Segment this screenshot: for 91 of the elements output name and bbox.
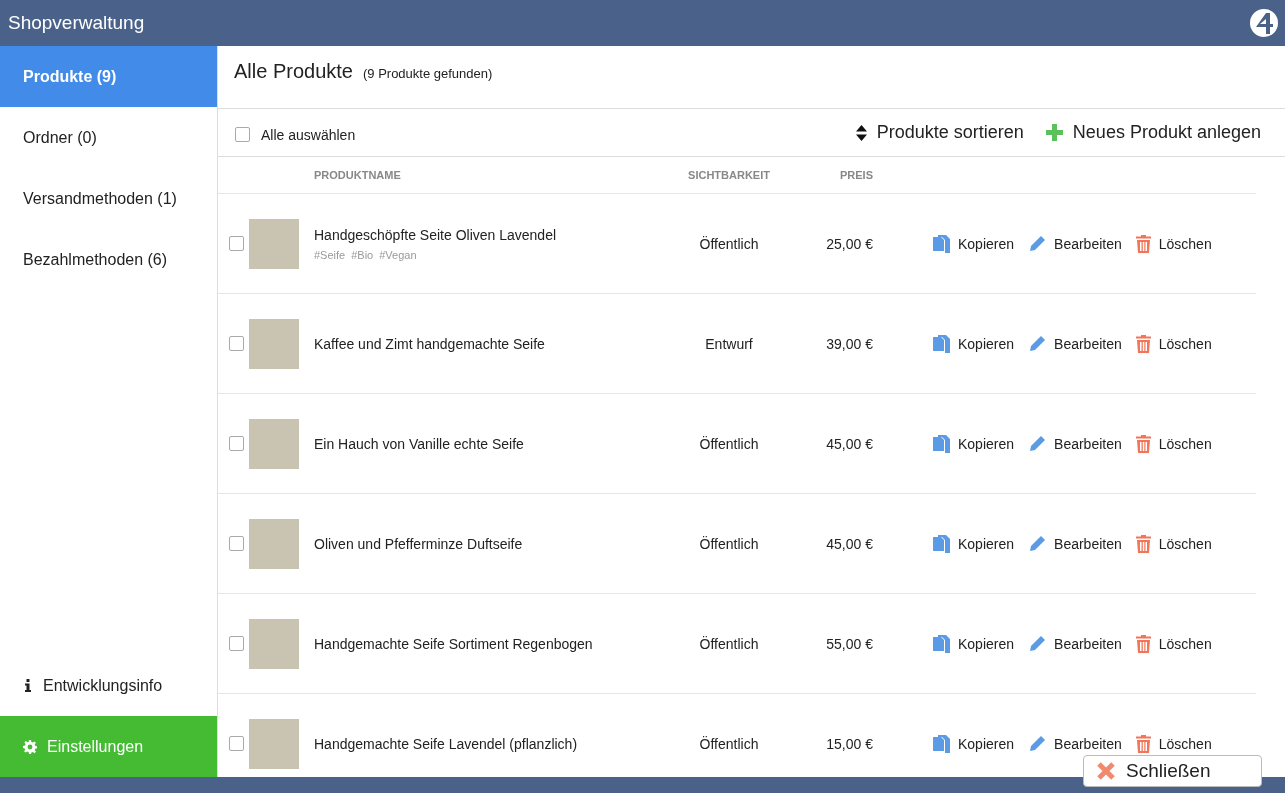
tag-label: #Bio	[351, 248, 374, 261]
page-title: Alle Produkte	[234, 60, 353, 83]
copy-link[interactable]: Kopieren	[933, 334, 1015, 353]
copy-icon	[933, 534, 950, 553]
close-button[interactable]: Schließen	[1083, 755, 1262, 787]
delete-link[interactable]: Löschen	[1135, 434, 1212, 453]
trash-icon	[1135, 734, 1151, 753]
column-header: PRODUKTNAME	[314, 169, 402, 181]
pencil-icon	[1028, 334, 1047, 353]
gear-icon	[23, 739, 37, 754]
pencil-icon	[1028, 434, 1047, 453]
photo-placeholder	[249, 318, 299, 369]
edit-link[interactable]: Bearbeiten	[1028, 534, 1122, 553]
edit-link[interactable]: Bearbeiten	[1028, 434, 1122, 453]
trash-icon	[1135, 334, 1151, 353]
copy-icon	[933, 334, 950, 353]
photo-placeholder	[249, 518, 299, 569]
visibility-cell-text: Öffentlich	[698, 735, 760, 752]
sidebar-item[interactable]: Bezahlmethoden (6)	[0, 229, 217, 290]
row-checkbox[interactable]	[229, 436, 244, 451]
plus-icon	[1045, 124, 1063, 141]
edit-link[interactable]: Bearbeiten	[1028, 334, 1122, 353]
trash-icon	[1135, 634, 1151, 653]
result-count: (9 Produkte gefunden)	[362, 66, 493, 81]
column-header: SICHTBARKEIT	[687, 169, 771, 181]
pencil-icon	[1028, 234, 1047, 253]
pencil-icon	[1028, 634, 1047, 653]
info-label: Entwicklungsinfo	[43, 676, 163, 695]
price-cell-text: 45,00 €	[825, 535, 873, 552]
trash-icon	[1135, 534, 1151, 553]
copy-link[interactable]: Kopieren	[933, 434, 1015, 453]
product-name: Kaffee und Zimt handgemachte Seife	[314, 335, 546, 352]
delete-link[interactable]: Löschen	[1135, 734, 1212, 753]
visibility-cell-text: Öffentlich	[698, 535, 760, 552]
row-checkbox[interactable]	[229, 536, 244, 551]
window-title: Shopverwaltung	[8, 12, 145, 34]
copy-link[interactable]: Kopieren	[933, 534, 1015, 553]
edit-link[interactable]: Bearbeiten	[1028, 734, 1122, 753]
copy-icon	[933, 634, 950, 653]
price-cell-text: 15,00 €	[825, 735, 873, 752]
row-checkbox[interactable]	[229, 336, 244, 351]
edit-link[interactable]: Bearbeiten	[1028, 634, 1122, 653]
copy-link[interactable]: Kopieren	[933, 634, 1015, 653]
column-header: PREIS	[839, 169, 873, 181]
photo-placeholder	[249, 618, 299, 669]
pencil-icon	[1028, 734, 1047, 753]
logo-icon	[1249, 8, 1279, 38]
product-name: Handgemachte Seife Sortiment Regenbogen	[314, 635, 594, 652]
sidebar-item[interactable]: Versandmethoden (1)	[0, 168, 217, 229]
select-all-checkbox[interactable]	[235, 127, 250, 142]
product-name: Ein Hauch von Vanille echte Seife	[314, 435, 525, 452]
visibility-cell-text: Öffentlich	[698, 235, 760, 252]
product-name: Oliven und Pfefferminze Duftseife	[314, 535, 524, 552]
info-link[interactable]: Entwicklungsinfo	[0, 655, 217, 716]
visibility-cell-text: Öffentlich	[698, 435, 760, 452]
delete-link[interactable]: Löschen	[1135, 234, 1212, 253]
pencil-icon	[1028, 534, 1047, 553]
copy-icon	[933, 434, 950, 453]
delete-link[interactable]: Löschen	[1135, 634, 1212, 653]
sort-icon	[855, 124, 867, 141]
edit-link[interactable]: Bearbeiten	[1028, 234, 1122, 253]
price-cell-text: 39,00 €	[825, 335, 873, 352]
sidebar-item[interactable]: Ordner (0)	[0, 107, 217, 168]
price-cell-text: 45,00 €	[825, 435, 873, 452]
sort-button[interactable]: Produkte sortieren	[855, 122, 1024, 143]
copy-link[interactable]: Kopieren	[933, 234, 1015, 253]
select-all-label: Alle auswählen	[261, 126, 356, 143]
delete-link[interactable]: Löschen	[1135, 534, 1212, 553]
copy-icon	[933, 234, 950, 253]
visibility-cell-text: Öffentlich	[698, 635, 760, 652]
tag-label: #Vegan	[379, 248, 417, 261]
photo-placeholder	[249, 418, 299, 469]
trash-icon	[1135, 434, 1151, 453]
tag-label: #Seife	[314, 248, 346, 261]
price-cell-text: 55,00 €	[825, 635, 873, 652]
copy-icon	[933, 734, 950, 753]
visibility-cell-text: Entwurf	[704, 335, 754, 352]
row-checkbox[interactable]	[229, 736, 244, 751]
row-checkbox[interactable]	[229, 236, 244, 251]
row-checkbox[interactable]	[229, 636, 244, 651]
price-cell-text: 25,00 €	[825, 235, 873, 252]
photo-placeholder	[249, 718, 299, 769]
new-product-button[interactable]: Neues Produkt anlegen	[1045, 122, 1261, 143]
delete-link[interactable]: Löschen	[1135, 334, 1212, 353]
info-icon	[25, 679, 31, 692]
product-name: Handgeschöpfte Seite Oliven Lavendel	[314, 226, 558, 243]
copy-link[interactable]: Kopieren	[933, 734, 1015, 753]
close-icon	[1096, 761, 1116, 781]
trash-icon	[1135, 234, 1151, 253]
photo-placeholder	[249, 218, 299, 269]
product-name: Handgemachte Seife Lavendel (pflanzlich)	[314, 735, 579, 752]
